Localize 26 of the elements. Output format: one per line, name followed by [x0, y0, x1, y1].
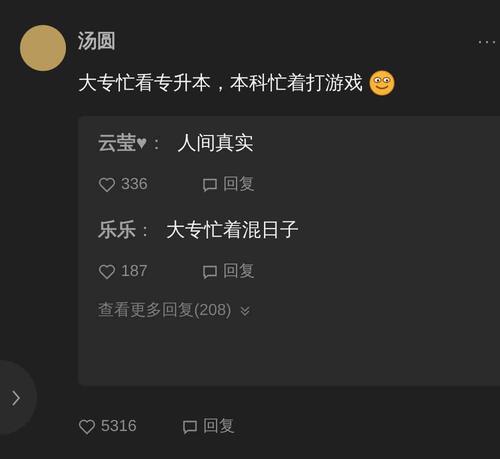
heart-icon: [78, 418, 96, 434]
heart-icon: [98, 264, 116, 280]
comment-icon: [202, 176, 218, 192]
like-button[interactable]: 336: [98, 174, 174, 195]
reply-text: 大专忙着混日子: [166, 218, 299, 243]
reply-author[interactable]: 乐乐: [98, 217, 136, 243]
more-button[interactable]: ···: [475, 30, 500, 52]
reply-button[interactable]: 回复: [182, 416, 235, 437]
colon: ：: [147, 132, 166, 155]
comment-icon: [182, 418, 198, 434]
reply-text: 人间真实: [177, 132, 254, 156]
reply-author[interactable]: 云莹♥: [98, 130, 148, 156]
smiley-emoji-icon: [369, 70, 395, 96]
avatar: [20, 25, 66, 71]
colon: ：: [136, 219, 154, 242]
reply-button[interactable]: 回复: [202, 261, 255, 282]
comment-text: 大专忙看专升本，本科忙着打游戏: [78, 72, 363, 96]
view-more-replies-link[interactable]: 查看更多回复(208): [98, 300, 252, 321]
like-button[interactable]: 5316: [78, 416, 154, 437]
username[interactable]: 汤圆: [78, 28, 116, 54]
double-chevron-down-icon: [239, 304, 252, 316]
comment-icon: [202, 264, 218, 280]
like-button[interactable]: 187: [98, 261, 174, 282]
reply-button[interactable]: 回复: [202, 174, 255, 195]
chevron-right-icon: [11, 388, 21, 406]
heart-icon: [98, 176, 116, 192]
